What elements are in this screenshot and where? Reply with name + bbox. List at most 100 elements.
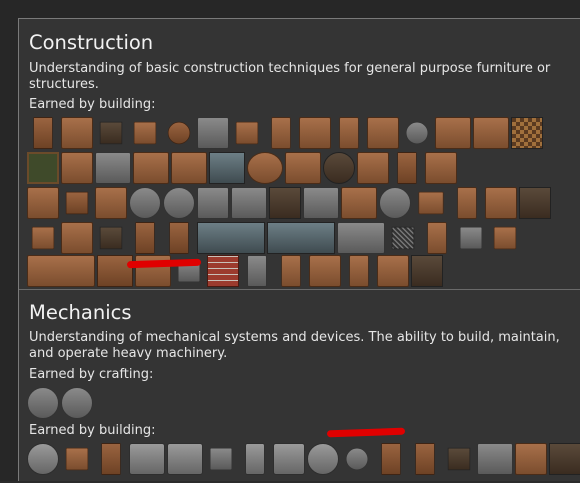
section-description: Understanding of mechanical systems and … — [29, 330, 560, 361]
end-table-icon[interactable] — [99, 121, 123, 145]
crate-icon[interactable] — [367, 117, 399, 149]
gate-right-mech-icon[interactable] — [415, 443, 435, 475]
counter-stone-icon[interactable] — [231, 187, 267, 219]
chair-icon[interactable] — [33, 117, 53, 149]
rug-icon[interactable] — [27, 152, 59, 184]
wall-segment-icon[interactable] — [27, 255, 95, 287]
pipe-icon[interactable] — [209, 447, 233, 471]
barrel-icon[interactable] — [323, 152, 355, 184]
earned-by-building-label: Earned by building: — [29, 423, 156, 438]
brick-fireplace-icon[interactable] — [207, 255, 239, 287]
fire-pit-icon[interactable] — [129, 187, 161, 219]
lamp-icon[interactable] — [405, 121, 429, 145]
gate-left-icon[interactable] — [135, 222, 155, 254]
stove-icon[interactable] — [95, 152, 131, 184]
cabinet-icon[interactable] — [299, 117, 331, 149]
round-table-icon[interactable] — [247, 152, 283, 184]
gear-part-icon[interactable] — [27, 387, 59, 419]
desk-icon[interactable] — [285, 152, 321, 184]
tv-icon[interactable] — [99, 226, 123, 250]
armchair-icon[interactable] — [167, 121, 191, 145]
gate-left-mech-icon[interactable] — [381, 443, 401, 475]
generator-icon[interactable] — [167, 443, 203, 475]
bookcase-icon[interactable] — [519, 187, 551, 219]
section-title: Construction — [29, 31, 154, 54]
planter-icon[interactable] — [341, 187, 377, 219]
crank-icon[interactable] — [515, 443, 547, 475]
building-icons-row-5 — [27, 255, 443, 287]
skill-panel: Construction Understanding of basic cons… — [18, 18, 580, 481]
turbine-icon[interactable] — [307, 443, 339, 475]
construction-section: Construction Understanding of basic cons… — [19, 19, 580, 289]
cupboard-icon[interactable] — [349, 255, 369, 287]
gate-right-icon[interactable] — [169, 222, 189, 254]
valve-icon[interactable] — [245, 443, 265, 475]
spike-trap-icon[interactable] — [477, 443, 513, 475]
pillar-icon[interactable] — [269, 187, 301, 219]
wardrobe-icon[interactable] — [425, 152, 457, 184]
pump-icon[interactable] — [27, 443, 59, 475]
armoire-icon[interactable] — [61, 222, 93, 254]
earned-by-building-label: Earned by building: — [29, 97, 156, 112]
gearbox-icon[interactable] — [65, 447, 89, 471]
gear-part-2-icon[interactable] — [61, 387, 93, 419]
floor-tiles-2-icon[interactable] — [267, 222, 335, 254]
building-icons-row-1 — [27, 117, 543, 149]
chest-icon[interactable] — [377, 255, 409, 287]
table-icon[interactable] — [235, 121, 259, 145]
statue-icon[interactable] — [379, 187, 411, 219]
highlight-mark — [326, 427, 406, 438]
grate-icon[interactable] — [391, 226, 415, 250]
door-frame-icon[interactable] — [97, 255, 133, 287]
cog-icon[interactable] — [345, 447, 369, 471]
floor-tiles-1-icon[interactable] — [197, 222, 265, 254]
shelf-low-icon[interactable] — [418, 191, 444, 215]
tank-icon[interactable] — [273, 443, 305, 475]
coat-rack-icon[interactable] — [397, 152, 417, 184]
double-bed-icon[interactable] — [27, 187, 59, 219]
dresser-icon[interactable] — [61, 117, 93, 149]
bench-icon[interactable] — [435, 117, 471, 149]
fridge-icon[interactable] — [209, 152, 245, 184]
floor-lamp-icon[interactable] — [247, 255, 267, 287]
workbench-icon[interactable] — [303, 187, 339, 219]
crate-2-icon[interactable] — [485, 187, 517, 219]
floor-tiles-3-icon[interactable] — [337, 222, 385, 254]
hutch-icon[interactable] — [411, 255, 443, 287]
fence-icon[interactable] — [427, 222, 447, 254]
beam-icon[interactable] — [493, 226, 517, 250]
lever-icon[interactable] — [101, 443, 121, 475]
desk-small-icon[interactable] — [31, 226, 55, 250]
post-icon[interactable] — [457, 187, 477, 219]
side-table-icon[interactable] — [65, 191, 89, 215]
couch-icon[interactable] — [197, 117, 229, 149]
switch-icon[interactable] — [447, 447, 471, 471]
counter-icon[interactable] — [473, 117, 509, 149]
window-background: Construction Understanding of basic cons… — [0, 0, 580, 481]
mechanics-building-icons-row — [27, 443, 580, 475]
narrow-shelf-icon[interactable] — [281, 255, 301, 287]
stool-icon[interactable] — [133, 121, 157, 145]
vent-icon[interactable] — [459, 226, 483, 250]
building-icons-row-2 — [27, 152, 457, 184]
display-case-icon[interactable] — [357, 152, 389, 184]
earned-by-crafting-label: Earned by crafting: — [29, 367, 154, 382]
section-description: Understanding of basic construction tech… — [29, 61, 551, 92]
furnace-icon[interactable] — [549, 443, 580, 475]
bunk-icon[interactable] — [95, 187, 127, 219]
engine-icon[interactable] — [129, 443, 165, 475]
chessboard-icon[interactable] — [511, 117, 543, 149]
building-icons-row-3 — [27, 187, 551, 219]
door-icon[interactable] — [339, 117, 359, 149]
bed-icon[interactable] — [61, 152, 93, 184]
section-title: Mechanics — [29, 301, 132, 324]
mechanics-section: Mechanics Understanding of mechanical sy… — [19, 289, 580, 483]
shelf-icon[interactable] — [271, 117, 291, 149]
sofa-wood-icon[interactable] — [309, 255, 341, 287]
crafting-icons-row — [27, 387, 93, 419]
brazier-icon[interactable] — [163, 187, 195, 219]
long-table-icon[interactable] — [133, 152, 169, 184]
building-icons-row-4 — [27, 222, 521, 254]
sink-icon[interactable] — [197, 187, 229, 219]
long-table-2-icon[interactable] — [171, 152, 207, 184]
